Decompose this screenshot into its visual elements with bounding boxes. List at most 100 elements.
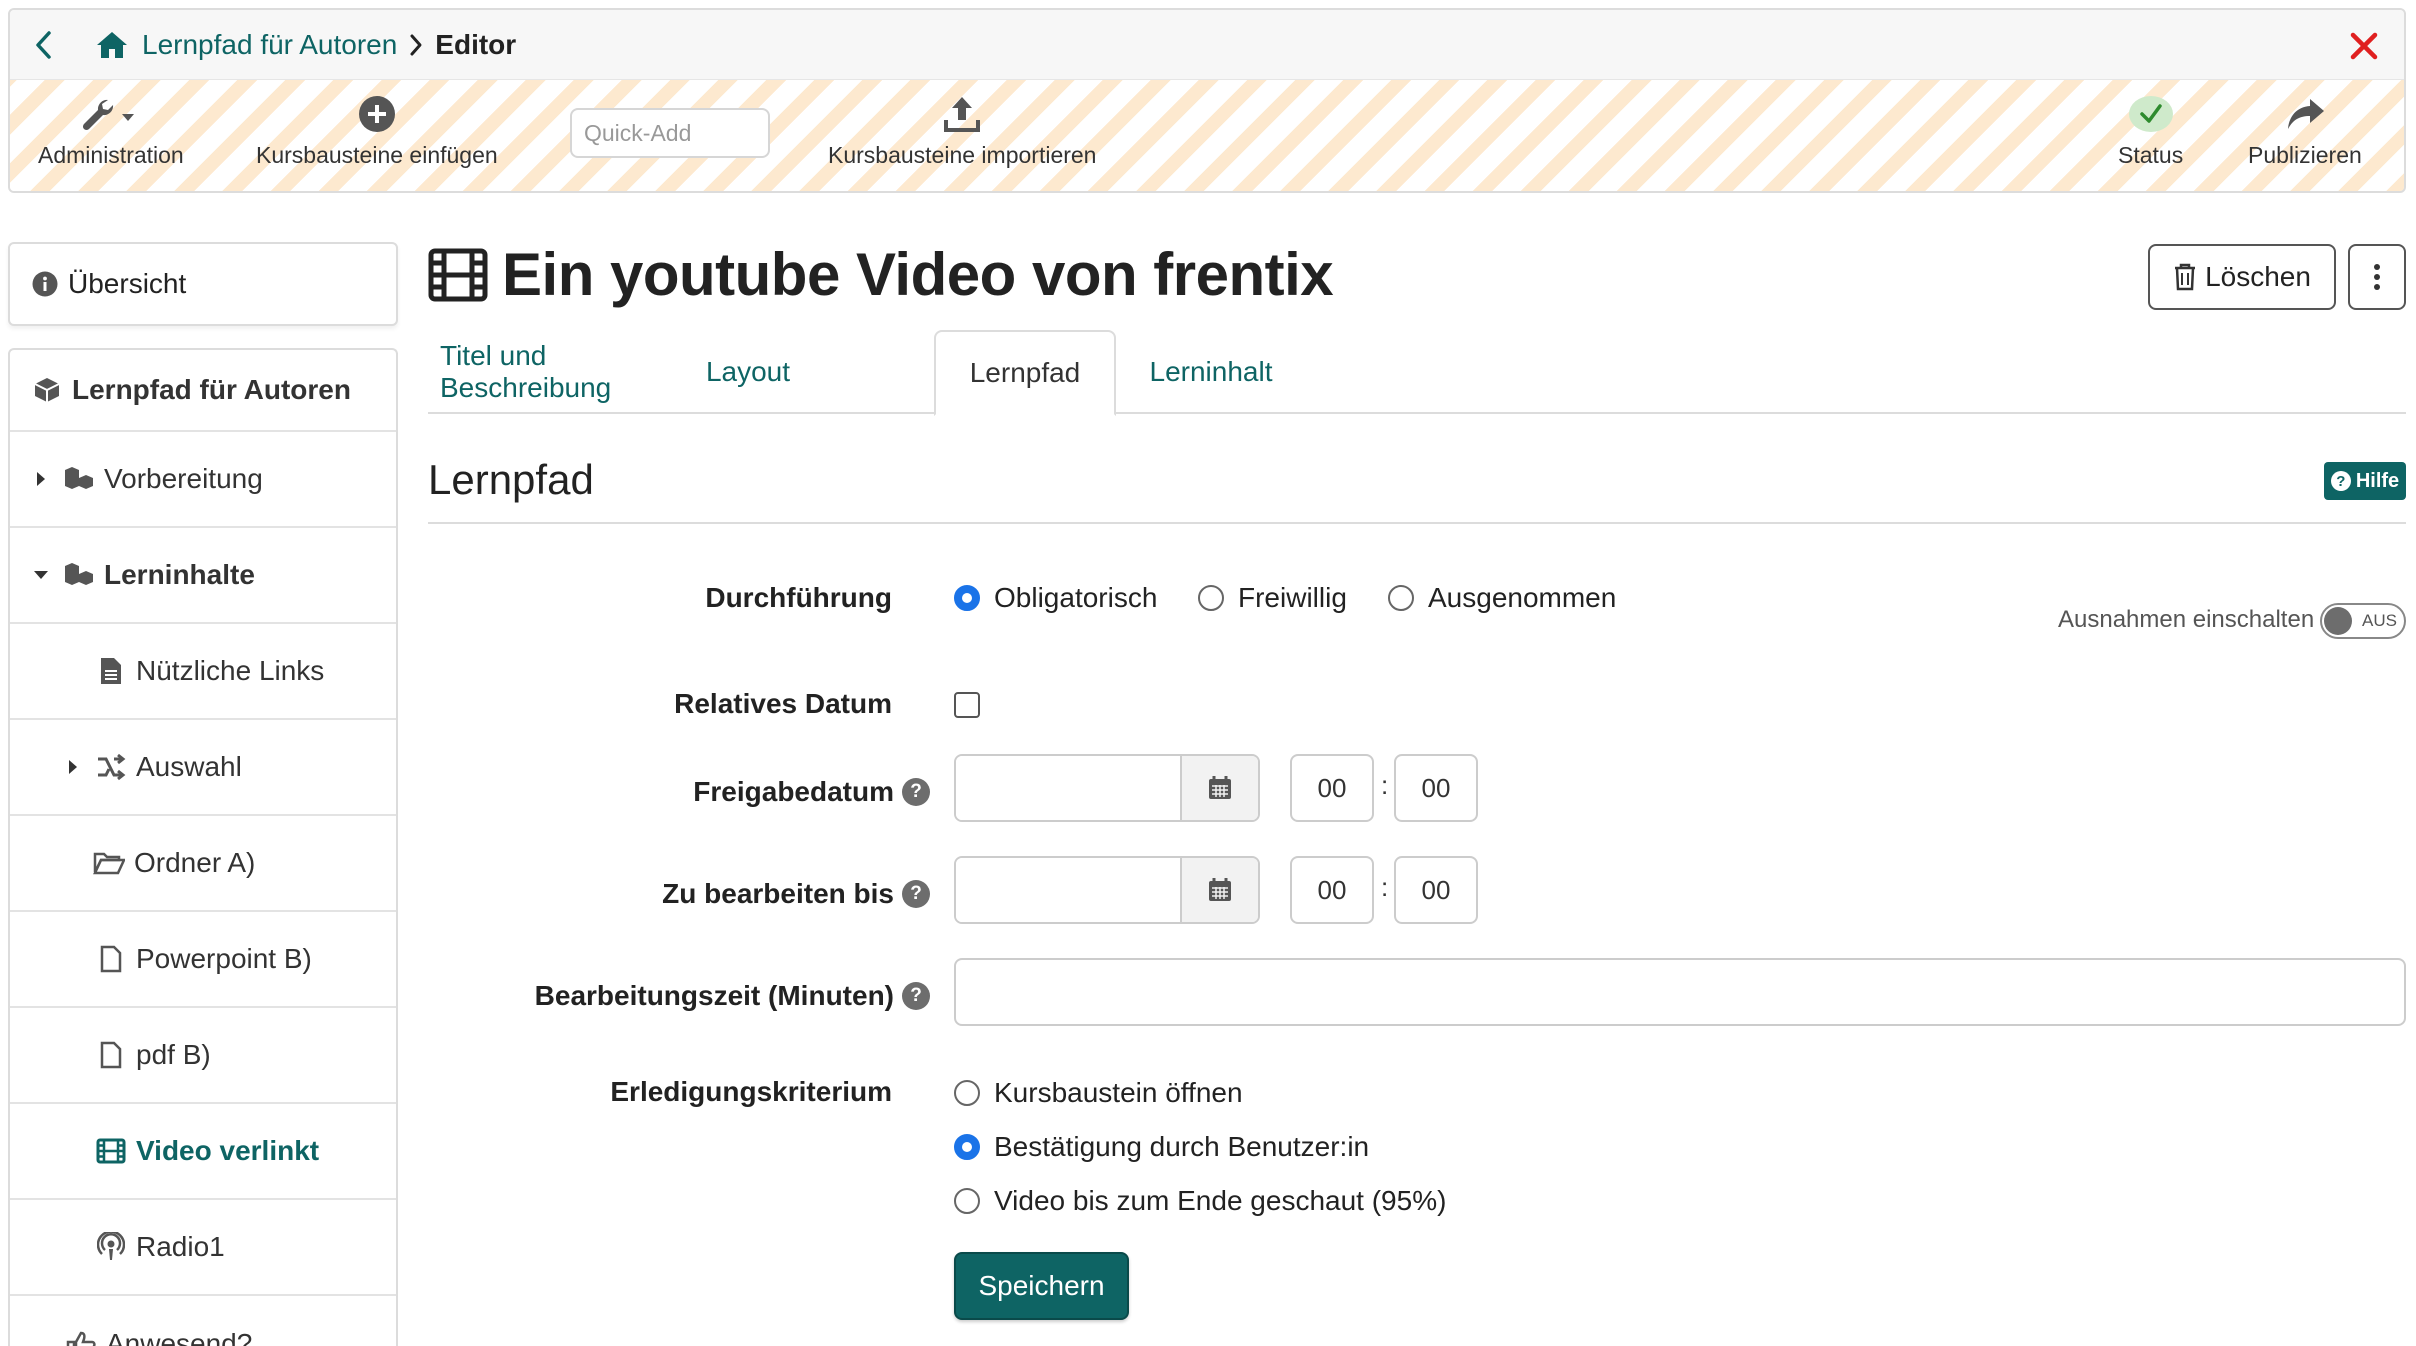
help-circle-icon[interactable]: ? — [902, 982, 930, 1010]
administration-label: Administration — [38, 142, 184, 168]
tree-node-course-root[interactable]: Lernpfad für Autoren — [10, 350, 396, 432]
radio-label: Video bis zum Ende geschaut (95%) — [994, 1185, 1447, 1216]
save-button[interactable]: Speichern — [954, 1252, 1129, 1320]
due-hour-input[interactable] — [1290, 856, 1374, 924]
thumbs-up-icon — [64, 1330, 98, 1346]
back-chevron-icon[interactable] — [24, 25, 64, 65]
time-separator: : — [1381, 872, 1389, 902]
file-icon — [94, 945, 128, 973]
tree-node-label: Powerpoint B) — [136, 943, 312, 974]
tree-node-label: Vorbereitung — [104, 463, 263, 494]
tree-node-label: Lerninhalte — [104, 559, 255, 590]
breadcrumb-current: Editor — [435, 28, 517, 60]
radio-unselected-icon — [1198, 585, 1224, 611]
help-circle-icon[interactable]: ? — [902, 778, 930, 806]
radio-criterion-open[interactable]: Kursbaustein öffnen — [954, 1077, 1243, 1109]
insert-elements-button[interactable]: Kursbausteine einfügen — [256, 92, 498, 169]
calendar-icon[interactable] — [1180, 858, 1258, 922]
caret-right-icon[interactable] — [32, 470, 50, 488]
sidebar-overview[interactable]: Übersicht — [8, 242, 398, 326]
radio-ausgenommen[interactable]: Ausgenommen — [1388, 582, 1616, 614]
section-title: Lernpfad — [428, 456, 594, 503]
breadcrumb: Lernpfad für Autoren Editor — [10, 10, 2404, 80]
duration-input[interactable] — [954, 958, 2406, 1026]
tree-node-lerninhalte[interactable]: Lerninhalte — [10, 528, 396, 624]
due-date-label-text: Zu bearbeiten bis — [662, 878, 894, 909]
page-header: Ein youtube Video von frentix — [428, 240, 1334, 309]
criterion-label: Erledigungskriterium — [610, 1076, 892, 1107]
radio-criterion-confirm[interactable]: Bestätigung durch Benutzer:in — [954, 1131, 1369, 1163]
breadcrumb-course-link[interactable]: Lernpfad für Autoren — [142, 29, 397, 61]
publish-button[interactable]: Publizieren — [2248, 92, 2362, 169]
trash-icon — [2173, 263, 2197, 291]
status-label: Status — [2118, 142, 2184, 168]
calendar-icon[interactable] — [1180, 756, 1258, 820]
help-button[interactable]: ? Hilfe — [2324, 462, 2406, 500]
shuffle-icon — [94, 753, 128, 781]
release-hour-input[interactable] — [1290, 754, 1374, 822]
tab-titel-beschreibung[interactable]: Titel und Beschreibung — [440, 330, 676, 414]
share-arrow-icon — [2284, 92, 2326, 136]
radio-freiwillig[interactable]: Freiwillig — [1198, 582, 1347, 614]
tree-node-label: Video verlinkt — [136, 1135, 320, 1166]
due-minute-input[interactable] — [1394, 856, 1478, 924]
editor-toolbar: Administration Kursbausteine einfügen Ku… — [10, 80, 2404, 191]
radio-label: Kursbaustein öffnen — [994, 1077, 1243, 1108]
due-date-input[interactable] — [956, 858, 1180, 922]
tab-lerninhalt[interactable]: Lerninhalt — [1128, 330, 1294, 414]
tree-node-video-verlinkt[interactable]: Video verlinkt — [10, 1104, 396, 1200]
delete-button[interactable]: Löschen — [2148, 244, 2336, 310]
tree-node-auswahl[interactable]: Auswahl — [10, 720, 396, 816]
tree-node-nuetzliche-links[interactable]: Nützliche Links — [10, 624, 396, 720]
tree-node-radio1[interactable]: Radio1 — [10, 1200, 396, 1296]
tab-layout[interactable]: Layout — [690, 330, 806, 414]
home-icon[interactable] — [92, 25, 132, 65]
radio-unselected-icon — [1388, 585, 1414, 611]
more-options-button[interactable] — [2348, 244, 2406, 310]
film-icon — [94, 1138, 128, 1164]
toggle-knob — [2324, 607, 2352, 635]
check-icon — [2128, 92, 2174, 136]
radio-selected-icon — [954, 1134, 980, 1160]
relative-date-checkbox[interactable] — [954, 692, 980, 718]
close-icon[interactable] — [2344, 26, 2384, 66]
tree-node-powerpoint[interactable]: Powerpoint B) — [10, 912, 396, 1008]
release-date-label: Freigabedatum ? — [693, 776, 930, 808]
radio-unselected-icon — [954, 1188, 980, 1214]
question-icon: ? — [2330, 471, 2351, 491]
quick-add-input[interactable] — [570, 108, 770, 158]
tree-node-label: Auswahl — [136, 751, 242, 782]
duration-label-text: Bearbeitungszeit (Minuten) — [534, 980, 894, 1011]
tree-node-pdf[interactable]: pdf B) — [10, 1008, 396, 1104]
course-sidebar: Übersicht Lernpfad für Autoren Vorbereit… — [8, 242, 398, 1346]
administration-button[interactable]: Administration — [38, 92, 184, 169]
release-date-label-text: Freigabedatum — [693, 776, 894, 807]
release-minute-input[interactable] — [1394, 754, 1478, 822]
radio-criterion-video[interactable]: Video bis zum Ende geschaut (95%) — [954, 1185, 1446, 1217]
exceptions-toggle-label: Ausnahmen einschalten — [2058, 606, 2315, 633]
file-text-icon — [94, 656, 128, 686]
caret-right-icon[interactable] — [64, 758, 82, 776]
sidebar-overview-label: Übersicht — [68, 268, 187, 299]
upload-icon — [942, 92, 982, 136]
release-date-input[interactable] — [956, 756, 1180, 820]
tree-node-anwesend[interactable]: Anwesend? — [10, 1296, 396, 1346]
radio-obligatorisch[interactable]: Obligatorisch — [954, 582, 1157, 614]
exceptions-toggle[interactable]: AUS — [2320, 603, 2406, 639]
help-circle-icon[interactable]: ? — [902, 880, 930, 908]
plus-circle-icon — [358, 92, 396, 136]
cubes-icon — [62, 465, 96, 493]
tree-node-ordner[interactable]: Ordner A) — [10, 816, 396, 912]
toggle-state: AUS — [2362, 611, 2397, 630]
folder-open-icon — [92, 850, 126, 876]
import-elements-button[interactable]: Kursbausteine importieren — [828, 92, 1096, 169]
tree-node-label: Anwesend? — [106, 1328, 253, 1346]
caret-down-icon[interactable] — [32, 569, 50, 581]
status-button[interactable]: Status — [2118, 92, 2183, 169]
tab-lernpfad[interactable]: Lernpfad — [934, 330, 1116, 416]
import-elements-label: Kursbausteine importieren — [828, 142, 1097, 168]
publish-label: Publizieren — [2248, 142, 2362, 168]
tree-node-vorbereitung[interactable]: Vorbereitung — [10, 432, 396, 528]
duration-label: Bearbeitungszeit (Minuten) ? — [535, 980, 930, 1012]
top-bar: Lernpfad für Autoren Editor Administrati… — [8, 8, 2406, 193]
